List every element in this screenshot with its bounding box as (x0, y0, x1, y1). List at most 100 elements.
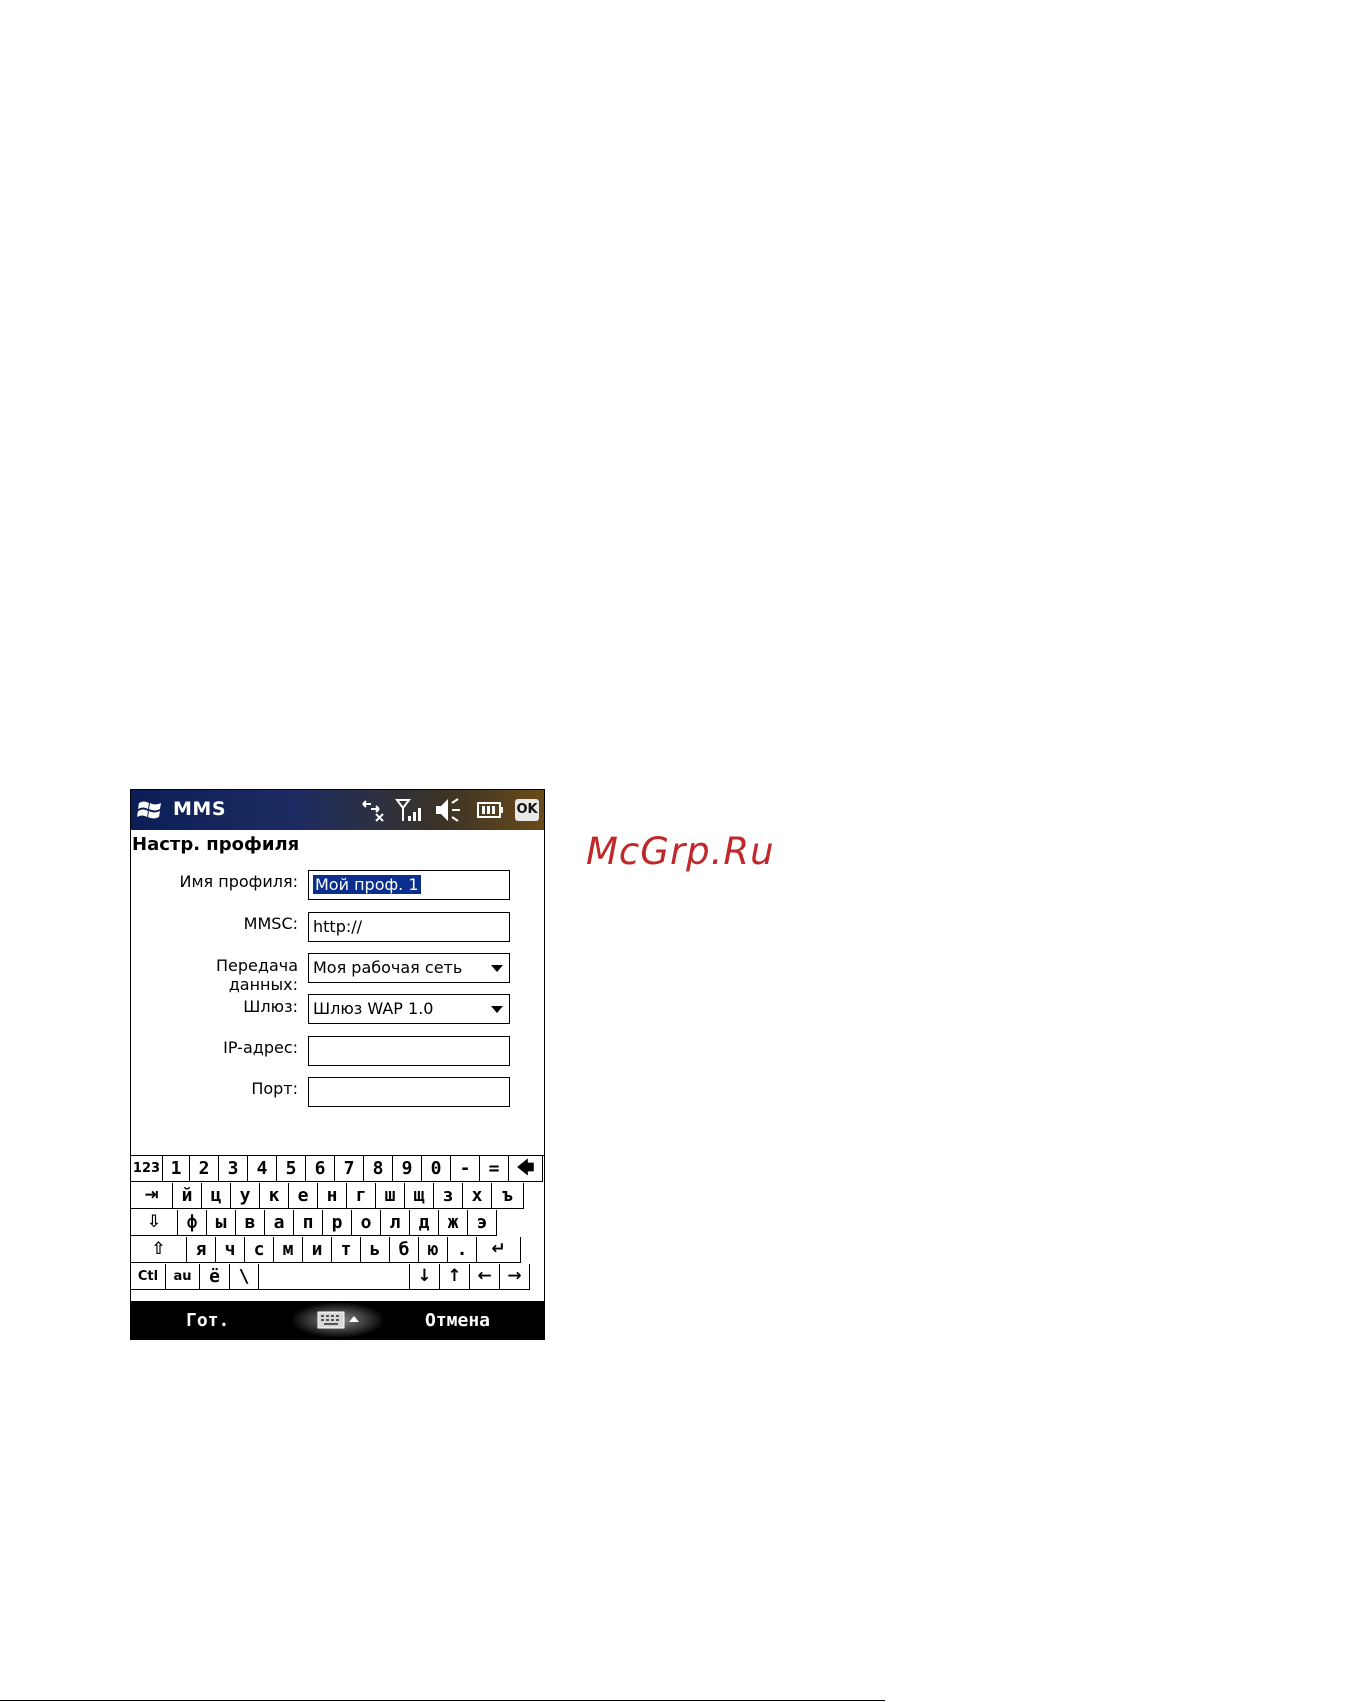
shift-key[interactable]: ⇧ (131, 1237, 187, 1263)
key-я[interactable]: я (187, 1237, 216, 1263)
mmsc-input[interactable]: http:// (308, 912, 510, 942)
keyboard-row-4: ⇧ я ч с м и т ь б ю. ↵ (131, 1237, 544, 1264)
key-з[interactable]: з (434, 1183, 463, 1209)
key-г[interactable]: г (347, 1183, 376, 1209)
key-equals[interactable]: = (480, 1156, 509, 1182)
key-э[interactable]: э (468, 1210, 497, 1236)
title-bar: MMS OK (131, 790, 544, 830)
input-panel-toggle[interactable] (293, 1303, 383, 1337)
right-arrow-key[interactable]: → (500, 1264, 530, 1290)
key-д[interactable]: д (410, 1210, 439, 1236)
key-ь[interactable]: ь (361, 1237, 390, 1263)
numeric-mode-key[interactable]: 123 (131, 1156, 163, 1182)
space-key[interactable] (259, 1264, 410, 1290)
port-label: Порт: (251, 1079, 298, 1098)
key-4[interactable]: 4 (248, 1156, 277, 1182)
key-и[interactable]: и (303, 1237, 332, 1263)
data-connection-label-line1: Передача (216, 956, 298, 975)
key-2[interactable]: 2 (190, 1156, 219, 1182)
key-ж[interactable]: ж (439, 1210, 468, 1236)
keyboard-row-2: ⇥ й ц у к е н г ш щ з х ъ (131, 1183, 544, 1210)
keyboard-row-5: Ctl au ё \ ↓ ↑ ← → (131, 1264, 544, 1291)
left-arrow-key[interactable]: ← (470, 1264, 500, 1290)
ok-button[interactable]: OK (515, 799, 539, 821)
key-к[interactable]: к (260, 1183, 289, 1209)
key-щ[interactable]: щ (405, 1183, 434, 1209)
key-minus[interactable]: - (451, 1156, 480, 1182)
connectivity-icon[interactable] (359, 796, 389, 824)
chevron-up-icon (349, 1316, 359, 1322)
key-у[interactable]: у (231, 1183, 260, 1209)
key-ю[interactable]: ю (419, 1237, 448, 1263)
keyboard-row-3: ⇩ ф ы в а п р о л д ж э (131, 1210, 544, 1237)
gateway-value: Шлюз WAP 1.0 (313, 999, 434, 1018)
key-е[interactable]: е (289, 1183, 318, 1209)
key-7[interactable]: 7 (335, 1156, 364, 1182)
key-й[interactable]: й (173, 1183, 202, 1209)
data-connection-dropdown[interactable]: Моя рабочая сеть (308, 953, 510, 983)
key-н[interactable]: н (318, 1183, 347, 1209)
tab-key[interactable]: ⇥ (131, 1183, 173, 1209)
signal-strength-icon[interactable] (395, 796, 425, 824)
cancel-softkey[interactable]: Отмена (425, 1310, 490, 1331)
key-period[interactable]: . (448, 1237, 477, 1263)
key-х[interactable]: х (463, 1183, 492, 1209)
done-softkey[interactable]: Гот. (186, 1310, 229, 1331)
page-divider (0, 1700, 885, 1701)
key-1[interactable]: 1 (163, 1156, 190, 1182)
softkey-bar: Гот. Отмена (131, 1301, 544, 1339)
key-ч[interactable]: ч (216, 1237, 245, 1263)
mmsc-value: http:// (313, 917, 363, 936)
data-connection-label: Передача данных: (216, 956, 298, 994)
key-backslash[interactable]: \ (230, 1264, 259, 1290)
key-9[interactable]: 9 (393, 1156, 422, 1182)
profile-name-value: Мой проф. 1 (313, 875, 421, 894)
down-arrow-key[interactable]: ↓ (410, 1264, 440, 1290)
port-input[interactable] (308, 1077, 510, 1107)
data-connection-label-line2: данных: (228, 975, 298, 994)
key-б[interactable]: б (390, 1237, 419, 1263)
key-6[interactable]: 6 (306, 1156, 335, 1182)
battery-icon[interactable] (475, 796, 505, 824)
ip-address-input[interactable] (308, 1036, 510, 1066)
key-ъ[interactable]: ъ (492, 1183, 524, 1209)
gateway-label: Шлюз: (243, 997, 298, 1016)
key-о[interactable]: о (352, 1210, 381, 1236)
caps-lock-key[interactable]: ⇩ (131, 1210, 178, 1236)
key-ш[interactable]: ш (376, 1183, 405, 1209)
key-ё[interactable]: ё (200, 1264, 230, 1290)
dropdown-arrow-icon[interactable] (491, 965, 503, 972)
key-ы[interactable]: ы (207, 1210, 236, 1236)
gateway-dropdown[interactable]: Шлюз WAP 1.0 (308, 994, 510, 1024)
key-5[interactable]: 5 (277, 1156, 306, 1182)
key-ф[interactable]: ф (178, 1210, 207, 1236)
soft-keyboard: 123 1 2 3 4 5 6 7 8 9 0- = 🡄 ⇥ й ц у к е н г ш щ з х ъ ⇩ ф ы в а п р о л… (131, 1155, 544, 1302)
keyboard-icon (317, 1311, 359, 1329)
key-м[interactable]: м (274, 1237, 303, 1263)
key-3[interactable]: 3 (219, 1156, 248, 1182)
ctrl-key[interactable]: Ctl (131, 1264, 166, 1290)
keyboard-row-1: 123 1 2 3 4 5 6 7 8 9 0- = 🡄 (131, 1156, 544, 1183)
dropdown-arrow-icon[interactable] (491, 1006, 503, 1013)
key-8[interactable]: 8 (364, 1156, 393, 1182)
key-ц[interactable]: ц (202, 1183, 231, 1209)
key-0[interactable]: 0 (422, 1156, 451, 1182)
backspace-key[interactable]: 🡄 (509, 1156, 543, 1182)
app-title: MMS (173, 798, 226, 820)
key-р[interactable]: р (323, 1210, 352, 1236)
key-т[interactable]: т (332, 1237, 361, 1263)
key-л[interactable]: л (381, 1210, 410, 1236)
speaker-muted-icon[interactable] (433, 796, 463, 824)
profile-name-input[interactable]: Мой проф. 1 (308, 870, 510, 900)
key-а[interactable]: а (265, 1210, 294, 1236)
ip-address-label: IP-адрес: (223, 1038, 298, 1057)
data-connection-value: Моя рабочая сеть (313, 958, 463, 977)
enter-key[interactable]: ↵ (477, 1237, 521, 1263)
key-в[interactable]: в (236, 1210, 265, 1236)
accent-key[interactable]: au (166, 1264, 200, 1290)
windows-logo-icon[interactable] (137, 798, 163, 822)
key-п[interactable]: п (294, 1210, 323, 1236)
up-arrow-key[interactable]: ↑ (440, 1264, 470, 1290)
profile-name-label: Имя профиля: (179, 872, 298, 891)
key-с[interactable]: с (245, 1237, 274, 1263)
